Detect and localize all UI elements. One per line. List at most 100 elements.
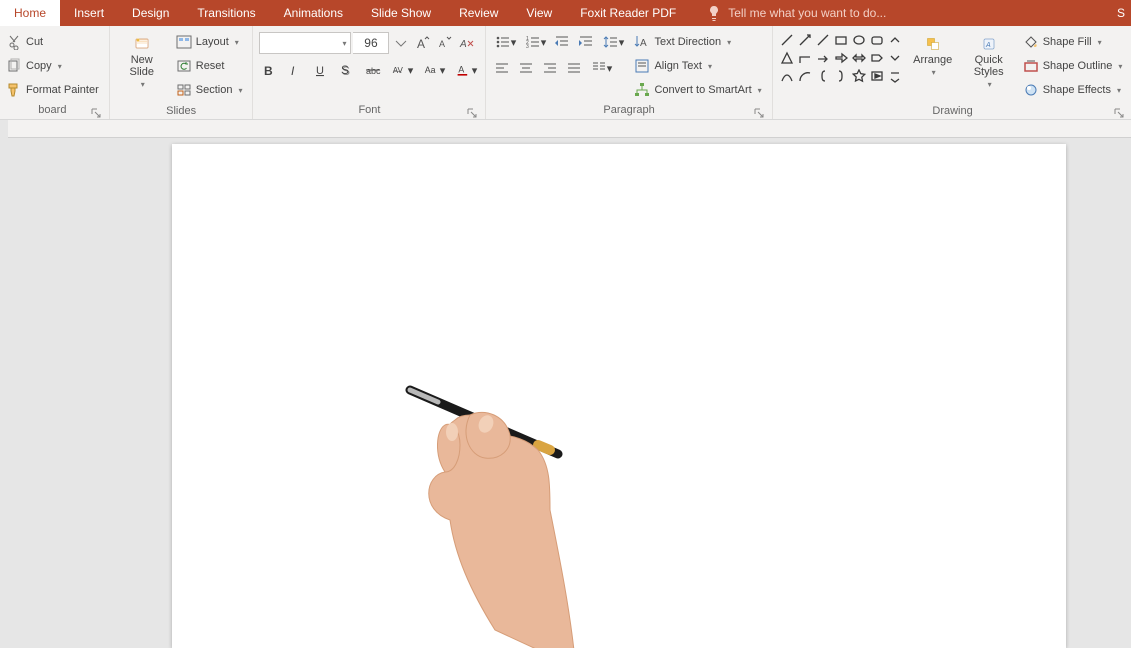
dialog-launcher-icon[interactable]: [91, 108, 101, 118]
shape-brace-r-icon[interactable]: [833, 68, 849, 84]
layout-label: Layout: [196, 36, 229, 48]
shape-arc-icon[interactable]: [797, 68, 813, 84]
caret-down-icon: ▾: [58, 62, 62, 71]
arrange-button[interactable]: Arrange ▾: [907, 32, 959, 104]
caret-down-icon: ▾: [511, 36, 517, 49]
numbering-button[interactable]: 123▾: [522, 32, 548, 52]
copy-button[interactable]: Copy ▾: [2, 56, 103, 76]
shape-brace-l-icon[interactable]: [815, 68, 831, 84]
font-size-value: 96: [364, 36, 377, 50]
format-painter-button[interactable]: Format Painter: [2, 80, 103, 100]
tell-me-input[interactable]: [728, 6, 948, 20]
columns-button[interactable]: ▾: [588, 58, 614, 78]
tab-animations[interactable]: Animations: [270, 0, 357, 26]
tab-home[interactable]: Home: [0, 0, 60, 26]
tab-transitions[interactable]: Transitions: [183, 0, 269, 26]
tab-review[interactable]: Review: [445, 0, 512, 26]
shape-arrow2-icon[interactable]: [815, 50, 831, 66]
quick-styles-button[interactable]: A Quick Styles ▾: [963, 32, 1015, 104]
shape-rect-icon[interactable]: [833, 32, 849, 48]
dialog-launcher-icon[interactable]: [467, 108, 477, 118]
quick-styles-label: Quick Styles: [974, 54, 1004, 78]
svg-text:S: S: [341, 63, 349, 77]
shape-arrowblock-icon[interactable]: [833, 50, 849, 66]
font-size-dropdown[interactable]: [391, 33, 411, 53]
decrease-indent-button[interactable]: [552, 32, 572, 52]
align-center-button[interactable]: [516, 58, 536, 78]
cut-button[interactable]: Cut: [2, 32, 103, 52]
italic-button[interactable]: I: [285, 60, 305, 80]
gallery-down-icon[interactable]: [887, 50, 903, 66]
group-clipboard: Cut Copy ▾ Format Painter board: [0, 26, 110, 119]
align-left-button[interactable]: [492, 58, 512, 78]
group-label-paragraph: Paragraph: [603, 104, 654, 116]
convert-smartart-button[interactable]: Convert to SmartArt ▾: [630, 80, 765, 100]
caret-down-icon: ▾: [342, 39, 346, 48]
section-button[interactable]: Section ▾: [172, 80, 247, 100]
text-direction-button[interactable]: A Text Direction ▾: [630, 32, 765, 52]
shadow-button[interactable]: SS: [337, 60, 357, 80]
new-slide-button[interactable]: New Slide ▾: [116, 32, 168, 104]
tab-foxit[interactable]: Foxit Reader PDF: [566, 0, 690, 26]
shapes-gallery[interactable]: [779, 32, 903, 84]
shape-action-icon[interactable]: [869, 68, 885, 84]
shape-curve-icon[interactable]: [779, 68, 795, 84]
shape-roundrect-icon[interactable]: [869, 32, 885, 48]
dialog-launcher-icon[interactable]: [754, 108, 764, 118]
tab-insert[interactable]: Insert: [60, 0, 118, 26]
increase-font-button[interactable]: A: [413, 33, 433, 53]
align-text-label: Align Text: [654, 60, 702, 72]
slide[interactable]: [172, 144, 1066, 648]
shape-star-icon[interactable]: [851, 68, 867, 84]
dialog-launcher-icon[interactable]: [1114, 108, 1124, 118]
strikethrough-button[interactable]: abc: [363, 60, 383, 80]
shape-outline-button[interactable]: Shape Outline ▾: [1019, 56, 1127, 76]
group-label-clipboard: board: [38, 104, 66, 116]
shape-line2-icon[interactable]: [815, 32, 831, 48]
caret-down-icon: ▾: [619, 36, 625, 49]
caret-down-icon: ▾: [1098, 38, 1102, 47]
caret-down-icon: ▾: [541, 36, 547, 49]
font-color-button[interactable]: A▾: [453, 60, 479, 80]
tab-design[interactable]: Design: [118, 0, 183, 26]
shape-elbow-icon[interactable]: [797, 50, 813, 66]
justify-button[interactable]: [564, 58, 584, 78]
shape-fill-button[interactable]: Shape Fill ▾: [1019, 32, 1127, 52]
shape-effects-button[interactable]: Shape Effects ▾: [1019, 80, 1127, 100]
align-right-button[interactable]: [540, 58, 560, 78]
cut-label: Cut: [26, 36, 43, 48]
gallery-more-icon[interactable]: [887, 68, 903, 84]
shape-fill-icon: [1023, 34, 1039, 50]
tab-view[interactable]: View: [512, 0, 566, 26]
slide-inserted-image[interactable]: [400, 380, 600, 648]
svg-text:3: 3: [526, 44, 529, 50]
gallery-up-icon[interactable]: [887, 32, 903, 48]
bold-button[interactable]: B: [259, 60, 279, 80]
shape-pentagon-icon[interactable]: [869, 50, 885, 66]
shape-arrow-icon[interactable]: [797, 32, 813, 48]
decrease-font-button[interactable]: A: [435, 33, 455, 53]
align-text-button[interactable]: Align Text ▾: [630, 56, 765, 76]
shape-line-icon[interactable]: [779, 32, 795, 48]
reset-icon: [176, 58, 192, 74]
bullets-button[interactable]: ▾: [492, 32, 518, 52]
tab-slide-show[interactable]: Slide Show: [357, 0, 445, 26]
shape-effects-label: Shape Effects: [1043, 84, 1111, 96]
increase-indent-button[interactable]: [576, 32, 596, 52]
clear-formatting-button[interactable]: A: [457, 33, 477, 53]
underline-button[interactable]: U: [311, 60, 331, 80]
font-size-combo[interactable]: 96: [353, 32, 389, 54]
paintbrush-icon: [6, 82, 22, 98]
caret-down-icon: ▾: [758, 86, 762, 95]
change-case-button[interactable]: Aa▾: [421, 60, 447, 80]
line-spacing-button[interactable]: ▾: [600, 32, 626, 52]
reset-button[interactable]: Reset: [172, 56, 247, 76]
shape-doublearrow-icon[interactable]: [851, 50, 867, 66]
svg-text:Aa: Aa: [425, 65, 436, 75]
char-spacing-button[interactable]: AV▾: [389, 60, 415, 80]
shape-triangle-icon[interactable]: [779, 50, 795, 66]
caret-down-icon: ▾: [472, 64, 478, 77]
shape-oval-icon[interactable]: [851, 32, 867, 48]
layout-button[interactable]: Layout ▾: [172, 32, 247, 52]
font-name-combo[interactable]: ▾: [259, 32, 351, 54]
